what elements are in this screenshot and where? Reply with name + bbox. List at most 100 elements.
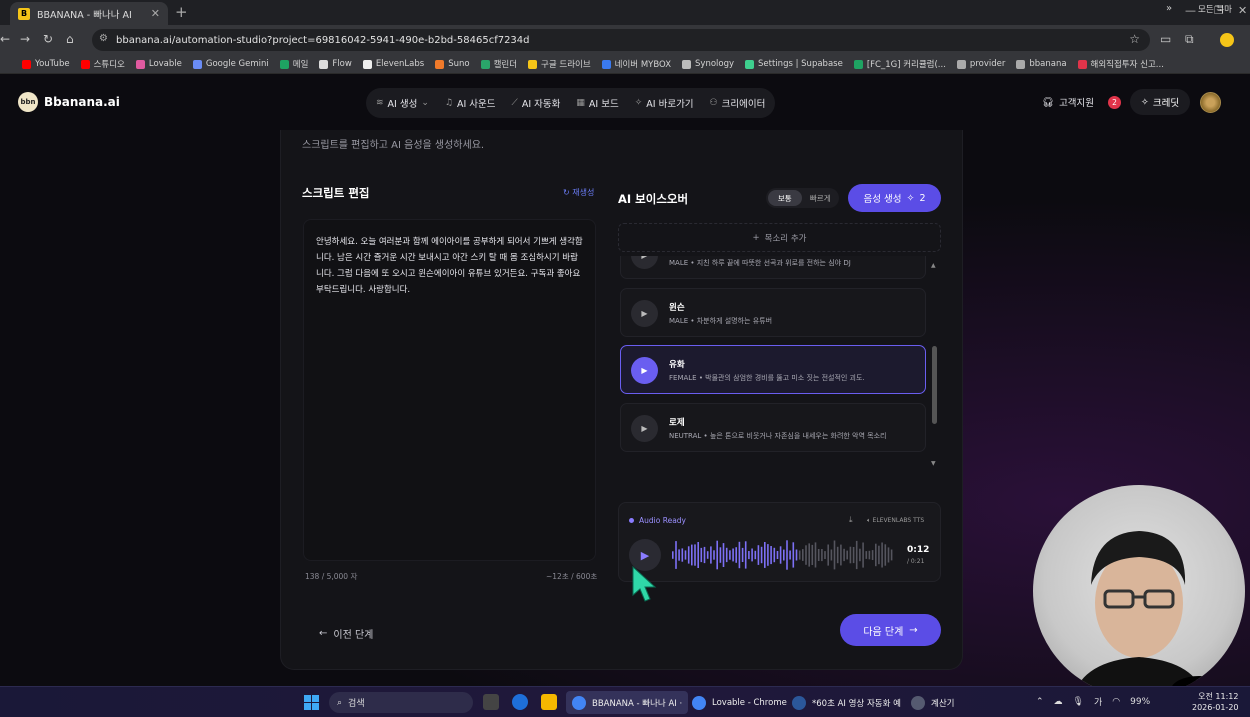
voice-list-scrollbar[interactable]: ▲ ▼	[931, 262, 939, 469]
bookmarks-overflow-icon[interactable]: »	[1166, 3, 1172, 14]
menu-item[interactable]: ⟋ AI 자동화	[512, 96, 561, 110]
bookmark-item[interactable]: Suno	[435, 59, 470, 69]
taskbar-app[interactable]: *60초 AI 영상 자동화 예	[786, 691, 907, 714]
new-tab-icon[interactable]: +	[175, 3, 188, 21]
waveform-bar	[675, 541, 677, 569]
download-icon[interactable]: ⤓	[849, 515, 853, 525]
bookmark-item[interactable]: 네이버 MYBOX	[601, 58, 671, 70]
address-bar[interactable]: ⚙ bbanana.ai/automation-studio?project=6…	[92, 29, 1150, 51]
ime-indicator[interactable]: 가	[1094, 695, 1102, 708]
bookmark-item[interactable]: 스튜디오	[80, 58, 125, 70]
wifi-icon[interactable]: ◠	[1112, 697, 1120, 707]
logo[interactable]: bbn Bbanana.ai	[18, 92, 120, 112]
minimize-icon[interactable]: —	[1185, 4, 1196, 17]
browser-tab[interactable]: B BBANANA - 빠나나 AI ✕	[10, 2, 168, 25]
microphone-icon[interactable]: 🎙︎	[1073, 697, 1084, 707]
profile-icon[interactable]	[1220, 33, 1234, 47]
play-icon[interactable]: ▶	[631, 256, 658, 269]
bookmark-item[interactable]: Synology	[682, 59, 734, 69]
site-info-icon[interactable]: ⚙	[99, 33, 108, 44]
taskbar-search[interactable]: ⌕ 검색	[329, 692, 473, 713]
waveform-bar	[890, 549, 893, 561]
waveform[interactable]	[672, 540, 894, 570]
menu-item[interactable]: ▦ AI 보드	[576, 96, 618, 110]
bookmark-item[interactable]: 구글 드라이브	[528, 58, 591, 70]
scroll-thumb[interactable]	[932, 346, 937, 424]
windows-start-icon[interactable]	[304, 695, 319, 710]
forward-icon[interactable]: →	[20, 32, 30, 46]
cast-icon[interactable]: ▭	[1160, 32, 1171, 46]
generate-voice-button[interactable]: 음성 생성 ✧ 2	[848, 184, 941, 212]
task-view-icon[interactable]	[483, 694, 499, 710]
waveform-bar	[846, 550, 848, 560]
play-icon[interactable]: ▶	[631, 357, 658, 384]
bookmark-item[interactable]: Flow	[319, 59, 352, 69]
bookmark-item[interactable]: Settings | Supabase	[745, 59, 843, 69]
file-explorer-icon[interactable]	[541, 694, 557, 710]
menu-item-label: AI 바로가기	[646, 99, 694, 110]
voice-item-rose[interactable]: ▶ 로제 NEUTRAL • 높은 톤으로 비웃거나 자존심을 내세우는 화려한…	[620, 403, 926, 452]
voice-item-yuhwa[interactable]: ▶ 유화 FEMALE • 박물관의 삼엄한 경비를 뚫고 미소 짓는 전설적인…	[620, 345, 926, 394]
add-voice-button[interactable]: + 목소리 추가	[618, 223, 941, 252]
speed-option-fast[interactable]: 빠르게	[804, 190, 838, 206]
chevron-up-icon[interactable]: ⌃	[1036, 697, 1044, 707]
menu-item[interactable]: ♫ AI 사운드	[445, 96, 496, 110]
play-icon[interactable]: ▶	[631, 300, 658, 327]
voice-item-winson[interactable]: ▶ 윈슨 MALE • 차분하게 설명하는 유튜버	[620, 288, 926, 337]
bookmark-item[interactable]: Lovable	[135, 59, 182, 69]
scroll-down-icon[interactable]: ▼	[931, 460, 936, 467]
bookmark-favicon-icon	[1016, 59, 1026, 69]
waveform-bar	[719, 547, 722, 563]
waveform-bar	[729, 550, 731, 560]
taskbar-app[interactable]: Lovable - Chrome	[686, 691, 793, 714]
music-icon: ♫	[444, 98, 453, 108]
speed-option-normal[interactable]: 보통	[768, 190, 802, 206]
bookmark-star-icon[interactable]: ☆	[1129, 32, 1140, 46]
avatar[interactable]	[1200, 92, 1221, 113]
support-link[interactable]: 🎧︎ 고객지원 2	[1042, 95, 1122, 109]
headset-icon: 🎧︎	[1042, 96, 1055, 108]
scroll-up-icon[interactable]: ▲	[931, 262, 936, 269]
bookmark-item[interactable]: [FC_1G] 커리큘럼(...	[853, 58, 946, 70]
edge-icon[interactable]	[512, 694, 528, 710]
tab-close-icon[interactable]: ✕	[151, 7, 160, 20]
credit-button[interactable]: ✧ 크레딧	[1130, 89, 1190, 115]
waveform-bar	[764, 542, 766, 568]
bookmark-item[interactable]: 메일	[279, 58, 308, 70]
window-close-icon[interactable]: ✕	[1238, 4, 1247, 17]
logo-mark-icon: bbn	[18, 92, 38, 112]
menu-item[interactable]: ✧ AI 바로가기	[635, 96, 694, 110]
taskbar-clock[interactable]: 오전 11:12 2026-01-20	[1192, 691, 1239, 713]
script-textarea[interactable]: 안녕하세요. 오늘 여러분과 함께 에이아이를 공부하게 되어서 기쁘게 생각합…	[303, 219, 596, 561]
waveform-bar	[725, 547, 728, 563]
taskbar-app[interactable]: BBANANA - 빠나나 AI ·	[566, 691, 689, 714]
bookmark-item[interactable]: 해외직접투자 신고...	[1077, 58, 1164, 70]
bookmark-item[interactable]: YouTube	[22, 59, 70, 69]
next-step-button[interactable]: 다음 단계 →	[840, 614, 941, 646]
sparkle-icon: ✧	[906, 192, 915, 204]
reload-icon[interactable]: ↻	[43, 32, 53, 46]
play-icon[interactable]: ▶	[631, 415, 658, 442]
taskbar-app[interactable]: 계산기	[905, 691, 960, 714]
home-icon[interactable]: ⌂	[66, 32, 74, 46]
previous-step-button[interactable]: ← 이전 단계	[319, 626, 373, 641]
regenerate-button[interactable]: ↻ 재생성	[563, 187, 594, 198]
extensions-icon[interactable]: ⧉	[1185, 32, 1194, 47]
taskbar-app-label: Lovable - Chrome	[712, 697, 787, 708]
bookmark-favicon-icon	[279, 59, 289, 69]
bookmark-item[interactable]: provider	[956, 59, 1005, 69]
back-icon[interactable]: ←	[0, 32, 10, 46]
voice-item[interactable]: ▶ MALE • 지친 하루 끝에 따뜻한 선곡과 위로를 전하는 심야 DJ	[620, 256, 926, 279]
waveform-bar	[795, 549, 798, 561]
all-bookmarks-folder[interactable]: 모든 북마	[1198, 3, 1232, 15]
bookmark-item[interactable]: 캘린더	[480, 58, 517, 70]
menu-item[interactable]: ≋ AI 생성 ⌄	[376, 96, 429, 110]
bookmark-item[interactable]: ElevenLabs	[362, 59, 424, 69]
menu-item[interactable]: ⚇ 크리에이터	[710, 96, 766, 110]
battery-level[interactable]: 99%	[1130, 697, 1150, 707]
waveform-bar	[875, 543, 877, 567]
bookmark-item[interactable]: bbanana	[1016, 59, 1067, 69]
bookmark-item[interactable]: Google Gemini	[192, 59, 269, 69]
waveform-bar	[776, 551, 779, 559]
cloud-icon[interactable]: ☁	[1054, 697, 1063, 707]
